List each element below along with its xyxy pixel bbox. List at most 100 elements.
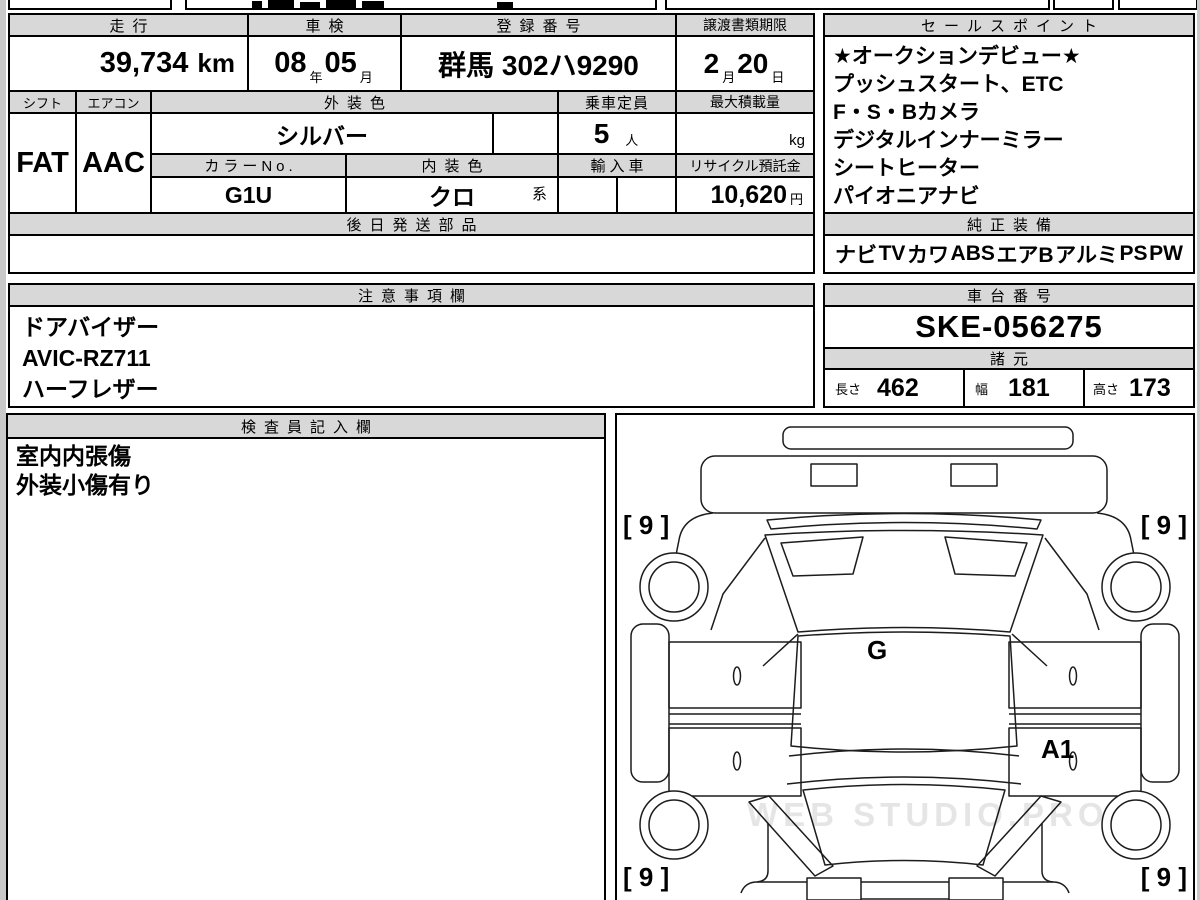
chassis-header: 車台番号 bbox=[823, 283, 1195, 307]
recycle-deposit-value: 10,620 円 bbox=[675, 176, 815, 214]
sales-point-line: シートヒーター bbox=[833, 157, 980, 180]
notes-line: ハーフレザー bbox=[22, 376, 159, 402]
diagram-corner-mark-rear-left: [ 9 ] bbox=[623, 862, 669, 892]
chassis-value: SKE-056275 bbox=[823, 305, 1195, 349]
cutoff-text-fragment bbox=[326, 0, 356, 9]
tail-lamp-right bbox=[948, 877, 1004, 900]
mileage-value: 39,734 km bbox=[8, 35, 249, 92]
auction-sheet: 走行 車検 登録番号 譲渡書類期限 39,734 km 08 年 05 月 群馬… bbox=[0, 0, 1200, 900]
color-no-header: カラーNo. bbox=[150, 153, 347, 178]
capacity-header: 乗車定員 bbox=[557, 90, 677, 114]
rear-bumper-right bbox=[1003, 881, 1070, 894]
spec-height-cell: 高さ 173 bbox=[1083, 368, 1195, 408]
front-right-wheel bbox=[1101, 552, 1171, 622]
interior-color-header: 内装色 bbox=[345, 153, 559, 178]
rocker-panel-right bbox=[1140, 623, 1180, 783]
max-load-value: kg bbox=[675, 112, 815, 155]
inspector-header: 検査員記入欄 bbox=[8, 415, 604, 439]
equipment-item: アルミ bbox=[1055, 244, 1118, 267]
car-diagram-box: WEB STUDIO.PRO G A1 [ 9 ] [ 9 ] [ 9 ] [ … bbox=[615, 413, 1195, 900]
equipment-item: ABS bbox=[950, 242, 995, 265]
rear-door-left bbox=[668, 727, 802, 797]
later-shipping-box bbox=[8, 234, 815, 274]
inspection-value: 08 年 05 月 bbox=[247, 35, 402, 92]
import-car-header: 輸入車 bbox=[557, 153, 677, 178]
equipment-item: TV bbox=[878, 242, 906, 265]
interior-color-value: クロ 系 bbox=[345, 176, 559, 214]
cutoff-row-cell bbox=[665, 0, 1050, 10]
capacity-value: 5 人 bbox=[557, 112, 677, 155]
door-handle bbox=[1068, 666, 1078, 686]
inspector-line: 外装小傷有り bbox=[16, 472, 154, 498]
cutoff-row-cell bbox=[1053, 0, 1114, 10]
door-band-lines bbox=[669, 713, 1141, 725]
front-bumper-body bbox=[700, 455, 1108, 514]
equipment-item: PW bbox=[1149, 242, 1183, 265]
inspector-line: 室内内張傷 bbox=[16, 443, 131, 469]
page-edge-left bbox=[0, 0, 6, 900]
pillar-lines bbox=[762, 633, 1048, 667]
registration-value: 群馬 302ハ9290 bbox=[400, 35, 677, 92]
front-lamp-left bbox=[810, 463, 858, 487]
max-load-header: 最大積載量 bbox=[675, 90, 815, 114]
equipment-item: エアB bbox=[996, 244, 1054, 267]
inspection-header: 車検 bbox=[247, 13, 402, 37]
front-door-right bbox=[1008, 641, 1142, 709]
sales-points-header: セールスポイント bbox=[823, 13, 1195, 37]
windshield bbox=[764, 529, 1044, 633]
diagram-corner-mark-rear-right: [ 9 ] bbox=[1141, 862, 1187, 892]
exterior-color-header: 外装色 bbox=[150, 90, 559, 114]
notes-line: ドアバイザー bbox=[22, 314, 160, 340]
inspector-box: 検査員記入欄 室内内張傷 外装小傷有り bbox=[6, 413, 606, 900]
cutoff-text-fragment bbox=[268, 0, 294, 9]
aircon-header: エアコン bbox=[75, 90, 152, 114]
rear-roof-curve2 bbox=[786, 776, 1022, 785]
registration-header: 登録番号 bbox=[400, 13, 677, 37]
front-left-wheel bbox=[639, 552, 709, 622]
recycle-deposit-header: リサイクル預託金 bbox=[675, 153, 815, 178]
cutoff-text-fragment bbox=[497, 2, 513, 8]
front-fender-right-edge bbox=[1096, 512, 1135, 556]
door-handle bbox=[732, 666, 742, 686]
front-lamp-right bbox=[950, 463, 998, 487]
diagram-mark-roof: G bbox=[867, 635, 887, 665]
sales-point-line: プッシュスタート、ETC bbox=[833, 73, 1064, 96]
front-bumper-strip bbox=[782, 426, 1074, 450]
rear-bumper-left bbox=[740, 881, 807, 894]
diagram-corner-mark-front-left: [ 9 ] bbox=[623, 510, 669, 540]
aircon-value: AAC bbox=[75, 112, 152, 214]
equipment-item: PS bbox=[1119, 242, 1148, 265]
notes-header: 注意事項欄 bbox=[8, 283, 815, 307]
notes-line: AVIC-RZ711 bbox=[22, 345, 151, 371]
sales-point-line: デジタルインナーミラー bbox=[833, 129, 1064, 152]
exterior-color-sub-cell bbox=[492, 112, 559, 155]
cutoff-text-fragment bbox=[300, 2, 320, 8]
notes-box: ドアバイザー AVIC-RZ711 ハーフレザー bbox=[8, 305, 815, 408]
spec-width-cell: 幅 181 bbox=[963, 368, 1085, 408]
rear-right-wheel bbox=[1101, 790, 1171, 860]
equipment-box: ナビ TV カワ ABS エアB アルミ PS PW bbox=[823, 234, 1195, 274]
front-door-left bbox=[668, 641, 802, 709]
transfer-deadline-value: 2 月 20 日 bbox=[675, 35, 815, 92]
fender-slant-left bbox=[710, 537, 766, 631]
door-handle bbox=[732, 751, 742, 771]
tail-lamp-left bbox=[806, 877, 862, 900]
equipment-header: 純正装備 bbox=[823, 212, 1195, 236]
cutoff-row-cell bbox=[1118, 0, 1198, 10]
cutoff-text-fragment bbox=[252, 1, 262, 8]
cutoff-row-cell bbox=[8, 0, 172, 10]
mileage-header: 走行 bbox=[8, 13, 249, 37]
color-no-value: G1U bbox=[150, 176, 347, 214]
diagram-mark-right-rear-door: A1 bbox=[1041, 734, 1074, 764]
front-fender-left-edge bbox=[675, 512, 714, 556]
cutoff-text-fragment bbox=[362, 1, 384, 8]
import-car-cell bbox=[557, 176, 618, 214]
exterior-color-value: シルバー bbox=[150, 112, 494, 155]
sales-point-line: F・S・Bカメラ bbox=[833, 101, 980, 124]
equipment-item: カワ bbox=[906, 244, 949, 267]
later-shipping-header: 後日発送部品 bbox=[8, 212, 815, 236]
shift-header: シフト bbox=[8, 90, 77, 114]
rear-left-wheel bbox=[639, 790, 709, 860]
spec-length-cell: 長さ 462 bbox=[823, 368, 965, 408]
rocker-panel-left bbox=[630, 623, 670, 783]
